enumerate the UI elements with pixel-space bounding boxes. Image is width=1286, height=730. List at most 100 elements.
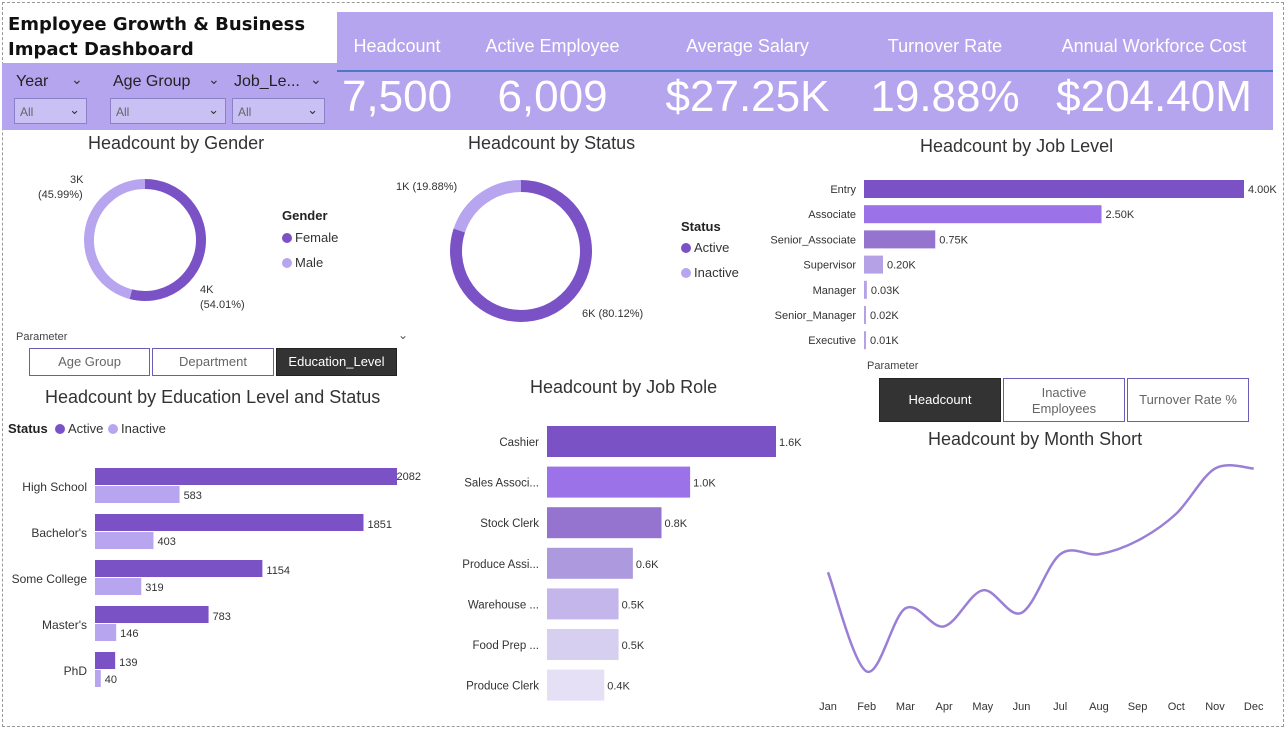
data-label: 2082: [397, 471, 421, 483]
legend-label: Male: [295, 255, 324, 270]
gender-donut-chart: [84, 179, 206, 301]
education-bars: High School 2082 583 Bachelor's 1851 403 Some …: [12, 468, 421, 687]
job-role-bars: Cashier 1.6K Sales Associ... 1.0K Stock Cler…: [462, 426, 802, 701]
tick-label: Associate: [808, 209, 856, 221]
tick-label: Master's: [42, 618, 87, 632]
gender-slice-label-male: 3K: [70, 174, 84, 186]
data-label: 139: [119, 657, 137, 669]
param-button-education-level[interactable]: Education_Level: [276, 348, 397, 376]
kpi-label-annual-workforce-cost: Annual Workforce Cost: [1061, 36, 1247, 56]
headcount-series-line: [826, 463, 1254, 673]
data-label: 0.5K: [622, 599, 645, 611]
kpi-label-active-employee: Active Employee: [485, 36, 620, 56]
data-label: 0.01K: [870, 335, 899, 347]
status-slice-label-inactive: 1K (19.88%): [396, 181, 458, 193]
tick-label: Sales Associ...: [464, 478, 539, 490]
data-label: 0.4K: [607, 681, 630, 693]
legend-label: Female: [295, 230, 339, 245]
bar-inactive: [95, 578, 142, 595]
bar-associate: [864, 205, 1102, 224]
tick-label: High School: [22, 480, 87, 494]
tick-label: PhD: [64, 664, 88, 678]
chevron-down-icon[interactable]: ⌄: [310, 71, 322, 88]
tick-label: Executive: [808, 335, 856, 347]
param-button-age-group[interactable]: Age Group: [29, 348, 150, 376]
x-tick-label: Sep: [1128, 701, 1148, 713]
x-tick-label: Nov: [1205, 701, 1225, 713]
chart-title-month: Headcount by Month Short: [928, 429, 1143, 449]
legend-dot-icon: [282, 233, 292, 243]
data-label: 319: [145, 582, 163, 594]
param-button-turnover-rate[interactable]: Turnover Rate %: [1127, 378, 1249, 422]
x-tick-label: Jun: [1013, 701, 1031, 713]
gender-slice-label-female: 4K: [200, 284, 214, 296]
param-button-inactive-employees[interactable]: Inactive Employees: [1003, 378, 1125, 422]
slicer-label-year: Year: [16, 73, 49, 90]
tick-label: Cashier: [499, 437, 539, 449]
bar-inactive: [95, 532, 154, 549]
kpi-value-average-salary: $27.25K: [665, 72, 830, 121]
data-label: 2.50K: [1106, 209, 1135, 221]
slicer-label-age-group: Age Group: [113, 73, 191, 90]
kpi-label-headcount: Headcount: [353, 36, 441, 56]
slicer-year-dropdown[interactable]: All ⌄: [14, 98, 87, 124]
data-label: 1154: [266, 565, 290, 577]
status-legend-inactive[interactable]: Inactive: [681, 265, 739, 280]
tick-label: Supervisor: [803, 260, 856, 272]
data-label: 0.5K: [622, 640, 645, 652]
gender-donut: [84, 179, 206, 301]
chart-title-status: Headcount by Status: [468, 133, 636, 153]
x-tick-label: Jan: [819, 701, 837, 713]
chevron-down-icon[interactable]: ⌄: [71, 71, 83, 88]
legend-dot-icon: [681, 268, 691, 278]
education-legend-inactive[interactable]: Inactive: [108, 421, 166, 436]
param-button-department[interactable]: Department: [152, 348, 274, 376]
data-label: 403: [157, 536, 175, 548]
data-label: 0.75K: [939, 234, 968, 246]
kpi-value-headcount: 7,500: [341, 72, 453, 121]
data-label: 0.8K: [665, 518, 688, 530]
bar-executive: [864, 331, 866, 350]
bar-entry: [864, 180, 1244, 198]
job-level-bars: Entry 4.00K Associate 2.50K Senior_Associate…: [770, 180, 1277, 350]
status-legend-active[interactable]: Active: [681, 240, 729, 255]
legend-label: Active: [68, 421, 104, 436]
tick-label: Senior_Associate: [770, 234, 856, 246]
kpi-value-annual-workforce-cost: $204.40M: [1056, 72, 1252, 121]
tick-label: Produce Assi...: [462, 559, 539, 571]
bar-active: [95, 468, 397, 485]
slicer-year-value: All: [20, 105, 34, 119]
parameter-title-1: Parameter: [16, 331, 68, 343]
tick-label: Some College: [12, 572, 88, 586]
bar-active: [95, 606, 209, 623]
tick-label: Entry: [830, 184, 856, 196]
bar-stock-clerk: [547, 507, 662, 539]
tick-label: Manager: [813, 285, 857, 297]
bar-food-prep-: [547, 629, 619, 660]
gender-legend-male[interactable]: Male: [282, 255, 323, 270]
kpi-label-turnover-rate: Turnover Rate: [887, 36, 1003, 56]
gender-slice-pct-female: (54.01%): [200, 299, 245, 311]
x-tick-label: May: [972, 701, 993, 713]
slicer-age-group-dropdown[interactable]: All ⌄: [110, 98, 226, 124]
data-label: 783: [213, 611, 231, 623]
slicer-job-level-dropdown[interactable]: All ⌄: [232, 98, 325, 124]
bar-active: [95, 560, 263, 577]
chevron-down-icon[interactable]: ⌄: [398, 328, 408, 342]
x-tick-label: Apr: [936, 701, 953, 713]
param-button-headcount[interactable]: Headcount: [879, 378, 1001, 422]
chart-title-gender: Headcount by Gender: [88, 133, 265, 153]
status-legend-title: Status: [681, 219, 721, 234]
education-legend-active[interactable]: Active: [55, 421, 103, 436]
tick-label: Warehouse ...: [468, 599, 539, 611]
legend-label: Inactive: [694, 265, 739, 280]
bar-produce-assi-: [547, 547, 633, 579]
gender-legend-female[interactable]: Female: [282, 230, 338, 245]
chevron-down-icon: ⌄: [208, 102, 219, 117]
gender-slice-female: [129, 179, 206, 301]
chevron-down-icon[interactable]: ⌄: [208, 71, 220, 88]
chart-title-education: Headcount by Education Level and Status: [45, 387, 381, 407]
job-role-bar-chart: Cashier 1.6K Sales Associ... 1.0K Stock Cler…: [462, 426, 802, 701]
legend-dot-icon: [108, 424, 118, 434]
slicer-job-level-value: All: [238, 105, 252, 119]
